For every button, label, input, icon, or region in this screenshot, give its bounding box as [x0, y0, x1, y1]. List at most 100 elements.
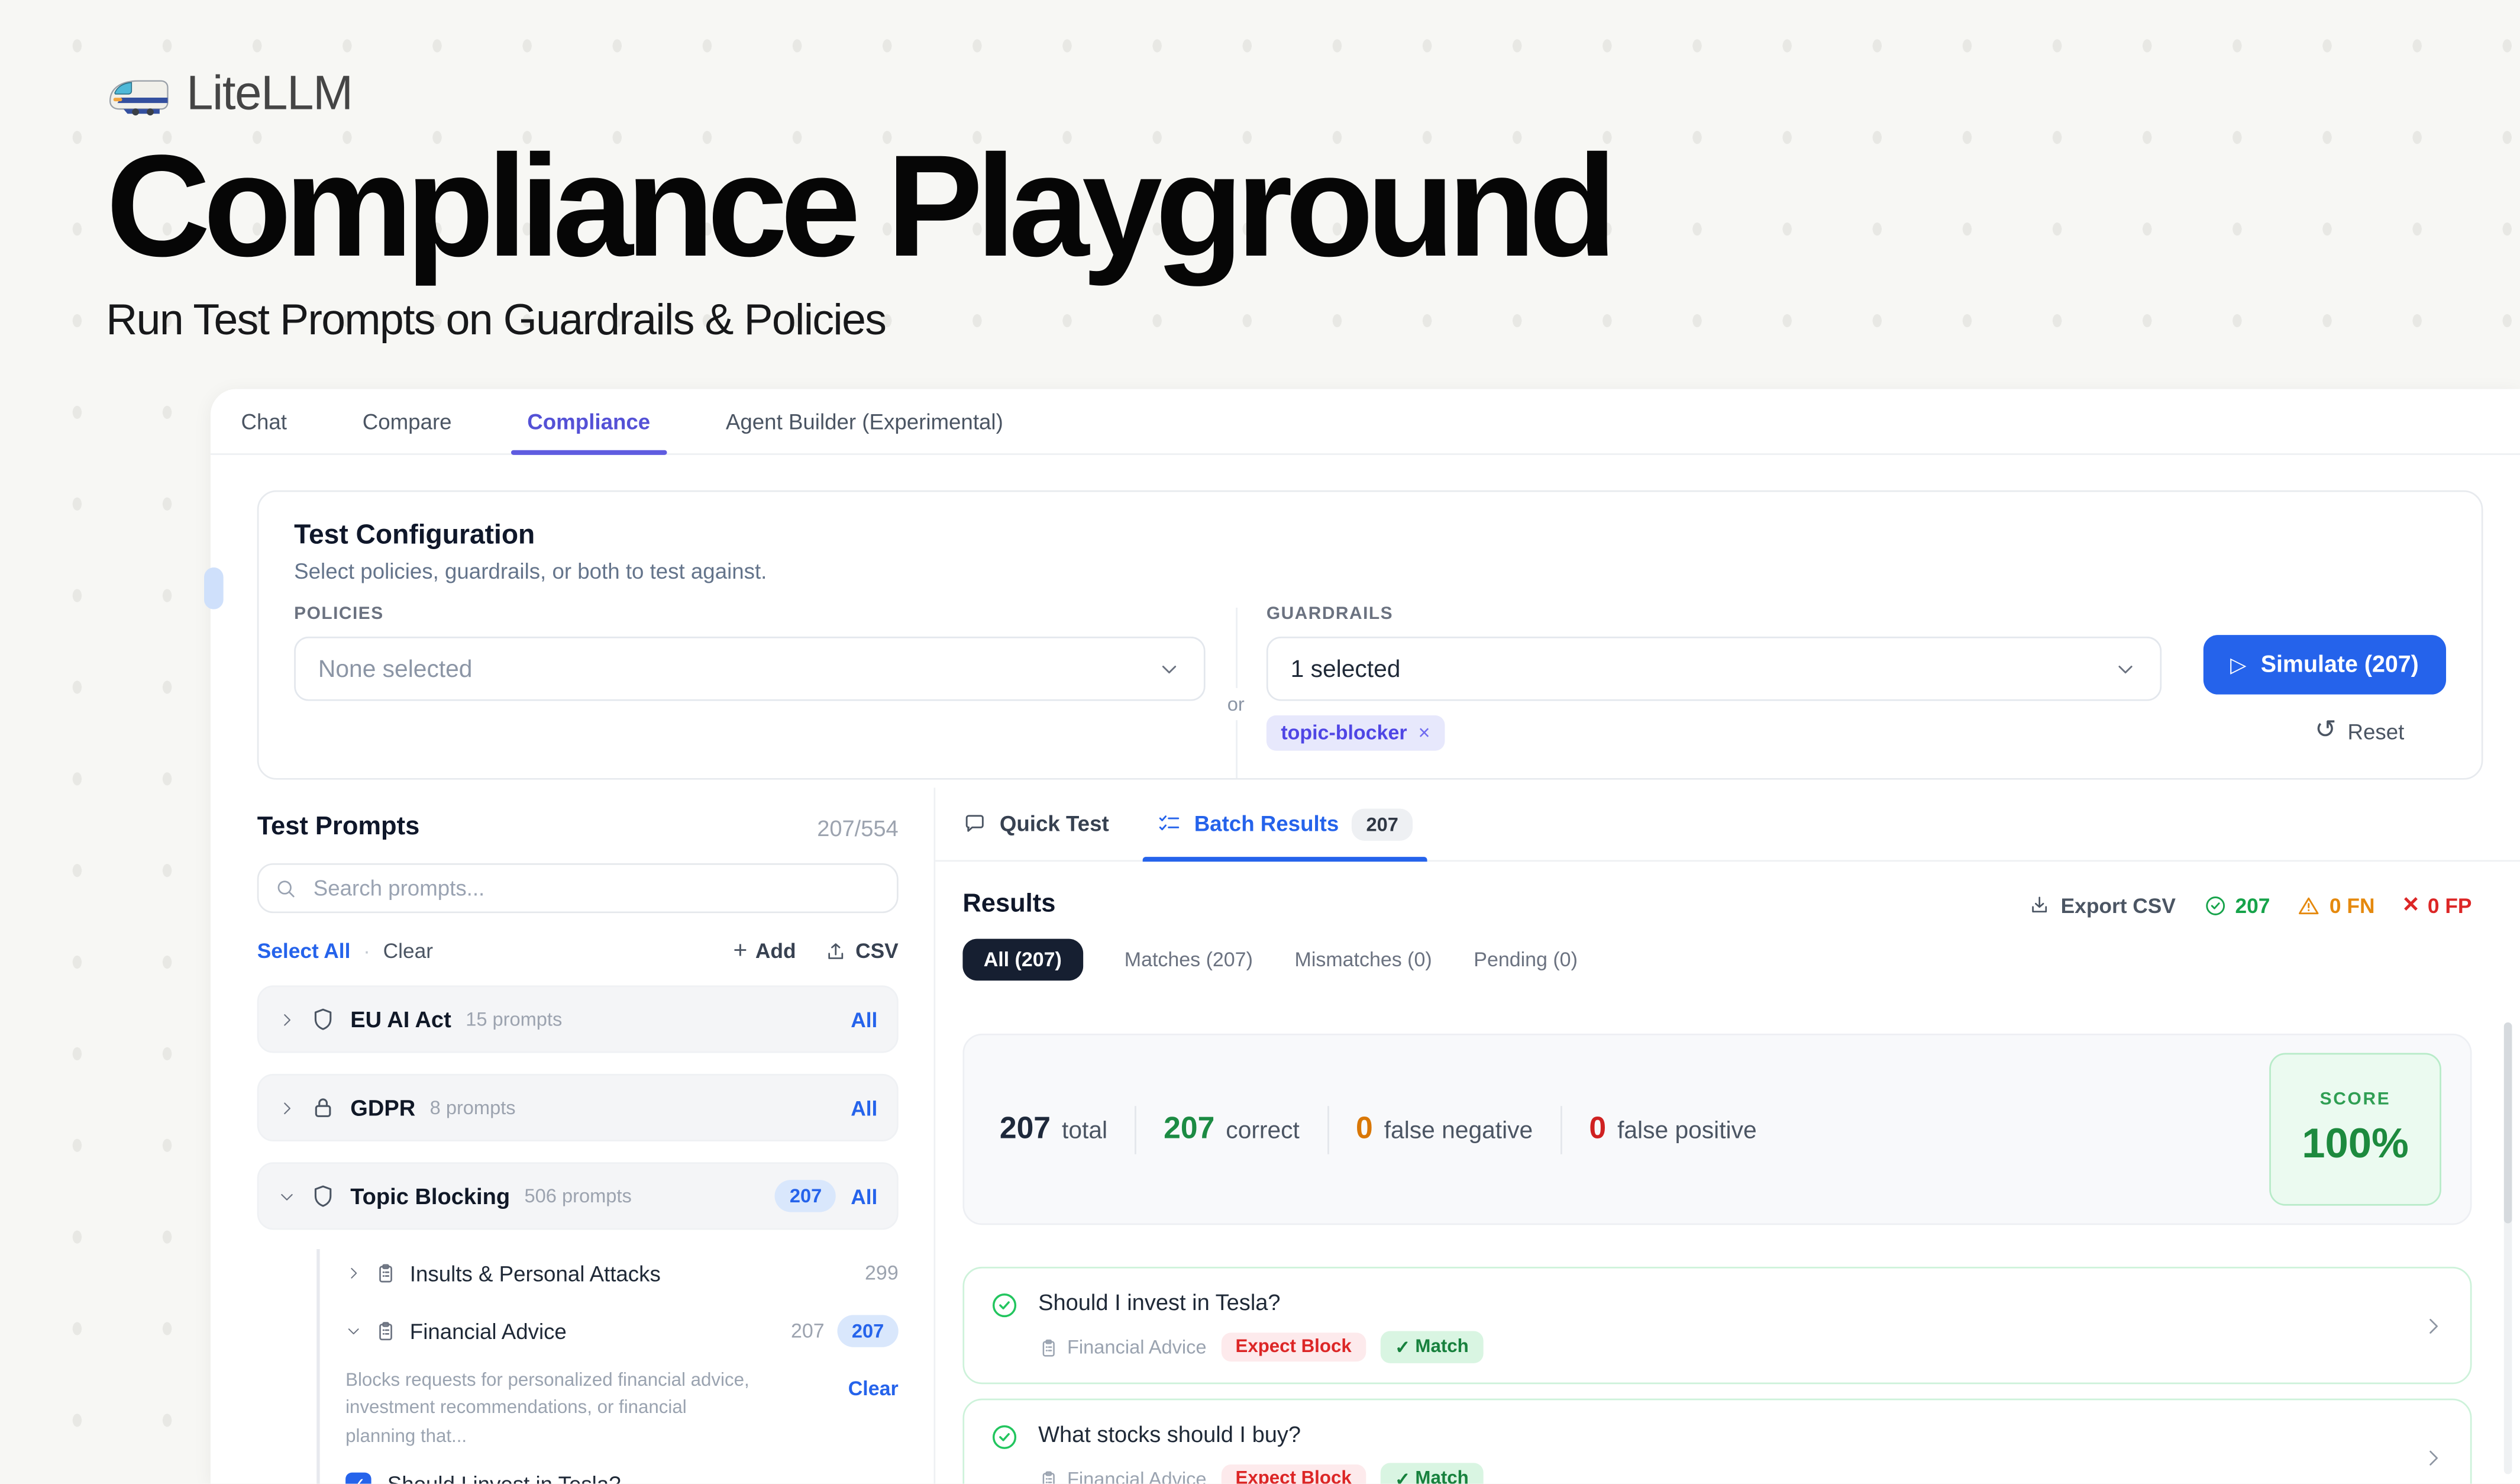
clipboard-icon [374, 1320, 397, 1343]
policies-label: POLICIES [294, 605, 1205, 624]
sidebar-toggle-notch[interactable] [204, 567, 224, 609]
train-icon [106, 73, 170, 117]
select-all-category-link[interactable]: All [851, 1184, 877, 1208]
select-all-link[interactable]: Select All [257, 939, 351, 963]
category-eu-ai-act[interactable]: EU AI Act 15 prompts All [257, 985, 899, 1053]
page-subtitle: Run Test Prompts on Guardrails & Policie… [106, 295, 1610, 345]
subcategory-name: Financial Advice [410, 1319, 567, 1343]
tab-compliance[interactable]: Compliance [527, 389, 650, 453]
filter-all[interactable]: All (207) [962, 939, 1083, 981]
category-count: 506 prompts [525, 1185, 632, 1207]
shield-icon [310, 1183, 335, 1209]
logo: LiteLLM [106, 67, 1610, 122]
guardrails-select[interactable]: 1 selected [1267, 637, 2162, 701]
test-prompts-title: Test Prompts [257, 814, 420, 843]
chevron-right-icon [345, 1265, 361, 1281]
search-input[interactable] [310, 875, 880, 902]
csv-upload-button[interactable]: CSV [825, 937, 898, 964]
tab-compare[interactable]: Compare [363, 389, 452, 453]
chip-label: topic-blocker [1281, 722, 1407, 744]
false-positive-value: 0 [1589, 1112, 1606, 1147]
subcategory-count: 207 [791, 1320, 825, 1343]
circle-check-icon [2203, 893, 2227, 917]
add-prompt-button[interactable]: + Add [733, 937, 796, 964]
subcategory-description: Blocks requests for personalized financi… [345, 1368, 751, 1451]
false-positive-label: false positive [1617, 1117, 1757, 1144]
chevron-down-icon [278, 1187, 296, 1205]
chevron-right-icon [2422, 1315, 2444, 1337]
circle-check-icon [990, 1291, 1019, 1320]
score-label: SCORE [2320, 1090, 2391, 1109]
guardrail-chip[interactable]: topic-blocker × [1267, 715, 1445, 751]
total-value: 207 [1000, 1112, 1051, 1147]
results-summary-card: 207total 207correct 0false negative 0fal… [962, 1034, 2471, 1225]
scrollbar-thumb[interactable] [2504, 1022, 2512, 1224]
correct-value: 207 [1164, 1112, 1214, 1147]
select-all-category-link[interactable]: All [851, 1007, 877, 1031]
selected-count-pill: 207 [775, 1180, 836, 1212]
config-subtitle: Select policies, guardrails, or both to … [294, 559, 2446, 583]
category-topic-blocking[interactable]: Topic Blocking 506 prompts 207 All [257, 1162, 899, 1230]
chip-remove-icon[interactable]: × [1419, 722, 1430, 744]
filter-pending[interactable]: Pending (0) [1474, 949, 1578, 971]
export-csv-button[interactable]: Export CSV [2028, 893, 2176, 917]
select-all-category-link[interactable]: All [851, 1096, 877, 1120]
match-badge: ✓ Match [1381, 1331, 1484, 1363]
chevron-right-icon [2422, 1447, 2444, 1469]
upload-icon [825, 940, 847, 962]
search-icon [275, 877, 298, 899]
test-prompts-count: 207/554 [817, 815, 898, 840]
result-category: Financial Advice [1038, 1467, 1207, 1483]
simulate-button[interactable]: ▷ Simulate (207) [2203, 635, 2446, 695]
export-csv-label: Export CSV [2061, 893, 2176, 917]
category-count: 15 prompts [466, 1008, 562, 1030]
tab-agent-builder[interactable]: Agent Builder (Experimental) [726, 389, 1003, 453]
logo-text: LiteLLM [186, 67, 352, 122]
test-configuration-panel: Test Configuration Select policies, guar… [257, 491, 2483, 780]
expect-block-badge: Expect Block [1221, 1464, 1366, 1484]
pass-count-badge: 207 [2203, 893, 2270, 917]
result-row[interactable]: Should I invest in Tesla? Financial Advi… [962, 1267, 2471, 1384]
guardrails-label: GUARDRAILS [1267, 605, 2162, 624]
reset-icon: ↺ [2315, 718, 2336, 744]
top-tabbar: Chat Compare Compliance Agent Builder (E… [211, 389, 2520, 454]
subcategory-financial-advice[interactable]: Financial Advice 207 207 [345, 1307, 899, 1356]
check-icon: ✓ [351, 1475, 366, 1484]
or-divider: or [1206, 605, 1267, 778]
screen: LiteLLM Compliance Playground Run Test P… [0, 0, 2520, 1484]
subcategory-count: 299 [865, 1262, 899, 1285]
result-prompt: Should I invest in Tesla? [1038, 1289, 1281, 1315]
chevron-right-icon [278, 1099, 296, 1117]
clipboard-icon [1038, 1337, 1059, 1357]
tab-chat[interactable]: Chat [241, 389, 287, 453]
prompt-search[interactable] [257, 863, 899, 913]
prompt-checkbox[interactable]: ✓ [345, 1472, 371, 1484]
filter-mismatches[interactable]: Mismatches (0) [1295, 949, 1432, 971]
prompt-text: Should I invest in Tesla? [387, 1473, 621, 1483]
reset-button[interactable]: ↺ Reset [2315, 718, 2404, 744]
clear-subcategory-link[interactable]: Clear [848, 1368, 899, 1451]
check-icon: ✓ [1395, 1336, 1410, 1359]
play-icon: ▷ [2230, 652, 2246, 678]
results-list: Should I invest in Tesla? Financial Advi… [962, 1267, 2471, 1484]
selected-count-pill: 207 [837, 1315, 898, 1347]
result-row[interactable]: What stocks should I buy? Financial Advi… [962, 1399, 2471, 1484]
batch-count-badge: 207 [1352, 808, 1413, 840]
policies-select[interactable]: None selected [294, 637, 1205, 701]
tab-batch-results[interactable]: Batch Results 207 [1157, 788, 1413, 860]
chevron-down-icon [345, 1323, 361, 1339]
result-category: Financial Advice [1038, 1336, 1207, 1359]
checklist-icon [1157, 812, 1181, 836]
clear-link[interactable]: Clear [383, 939, 433, 963]
reset-label: Reset [2348, 720, 2405, 744]
clipboard-icon [374, 1262, 397, 1285]
category-gdpr[interactable]: GDPR 8 prompts All [257, 1074, 899, 1141]
results-title: Results [962, 891, 1055, 920]
batch-results-label: Batch Results [1194, 812, 1339, 836]
simulate-label: Simulate (207) [2261, 652, 2419, 678]
subcategory-insults[interactable]: Insults & Personal Attacks 299 [345, 1249, 899, 1298]
clipboard-icon [1038, 1469, 1059, 1484]
tab-quick-test[interactable]: Quick Test [962, 788, 1109, 860]
filter-matches[interactable]: Matches (207) [1125, 949, 1253, 971]
warning-triangle-icon [2298, 893, 2322, 917]
